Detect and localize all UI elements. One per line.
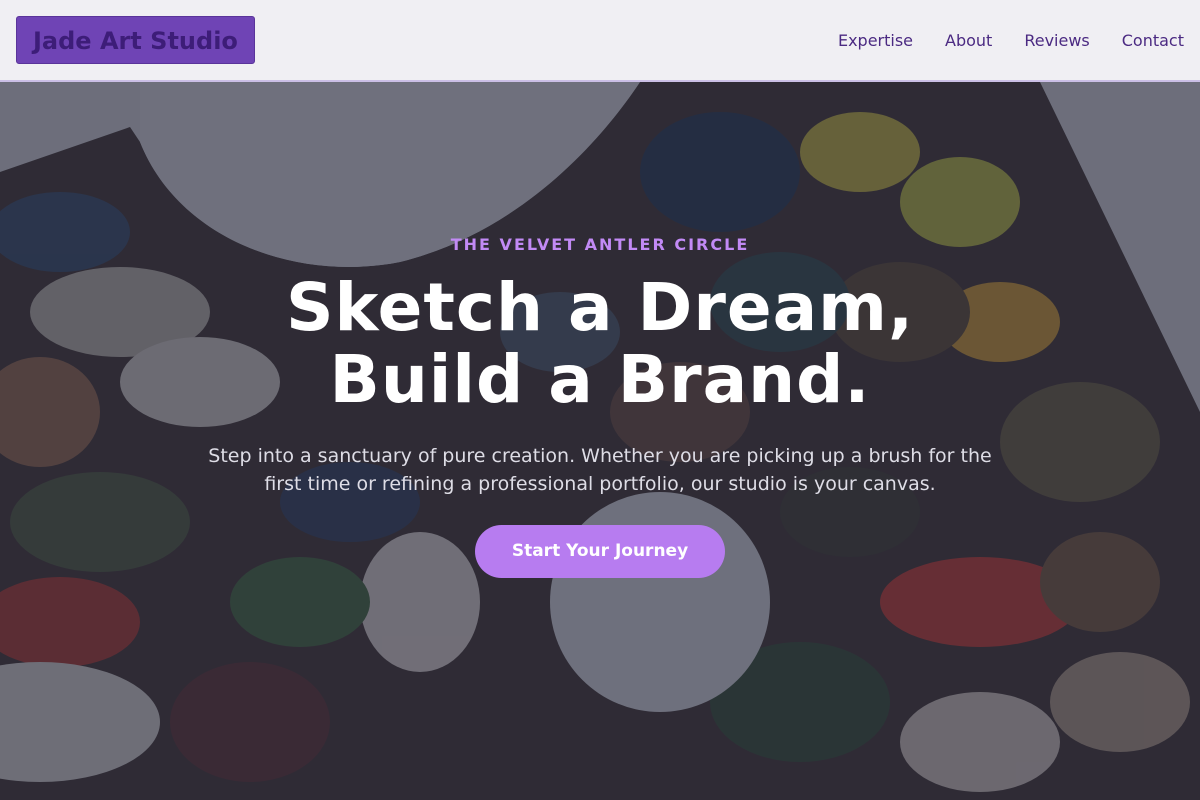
hero-eyebrow: THE VELVET ANTLER CIRCLE xyxy=(450,235,750,254)
hero-subtext-line-1: Step into a sanctuary of pure creation. … xyxy=(208,445,992,467)
hero-headline-line-2: Build a Brand. xyxy=(329,341,871,418)
hero-headline: Sketch a Dream, Build a Brand. xyxy=(0,272,1200,416)
nav-link-about[interactable]: About xyxy=(945,31,992,50)
site-header: Jade Art Studio Expertise About Reviews … xyxy=(0,0,1200,82)
hero-content: THE VELVET ANTLER CIRCLE Sketch a Dream,… xyxy=(0,82,1200,800)
start-journey-button[interactable]: Start Your Journey xyxy=(475,525,725,578)
nav-link-reviews[interactable]: Reviews xyxy=(1024,31,1089,50)
nav-link-expertise[interactable]: Expertise xyxy=(838,31,913,50)
nav-link-contact[interactable]: Contact xyxy=(1122,31,1184,50)
main-nav: Expertise About Reviews Contact xyxy=(806,31,1184,50)
hero-headline-line-1: Sketch a Dream, xyxy=(285,269,915,346)
hero-subtext: Step into a sanctuary of pure creation. … xyxy=(180,442,1020,498)
hero-section: THE VELVET ANTLER CIRCLE Sketch a Dream,… xyxy=(0,82,1200,800)
hero-subtext-line-2: first time or refining a professional po… xyxy=(264,473,936,495)
site-logo[interactable]: Jade Art Studio xyxy=(16,16,255,64)
